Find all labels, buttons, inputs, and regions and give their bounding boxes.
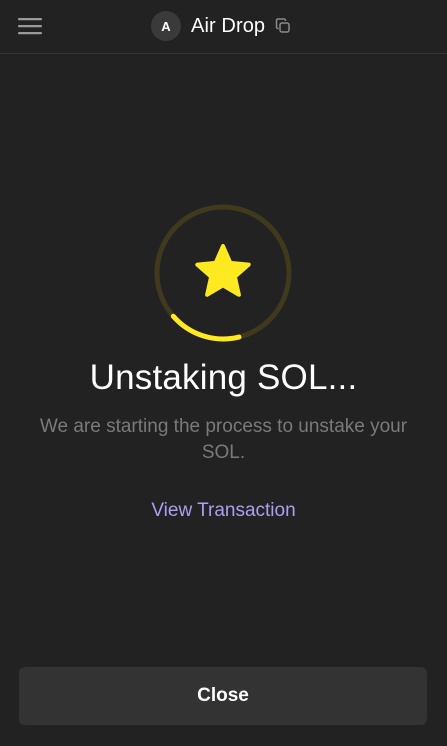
status-message: We are starting the process to unstake y… [39,416,408,463]
account-selector[interactable]: A Air Drop [151,10,291,42]
copy-icon[interactable] [275,18,291,34]
star-icon [195,244,251,297]
view-transaction-link[interactable]: View Transaction [0,500,447,522]
status-title: Unstaking SOL... [89,358,358,397]
hamburger-menu-icon[interactable] [18,15,42,37]
progress-spinner [153,203,293,343]
close-button[interactable]: Close [19,667,427,725]
account-name: Air Drop [191,14,266,37]
avatar: A [151,11,181,41]
header-bar: A Air Drop [0,0,447,54]
